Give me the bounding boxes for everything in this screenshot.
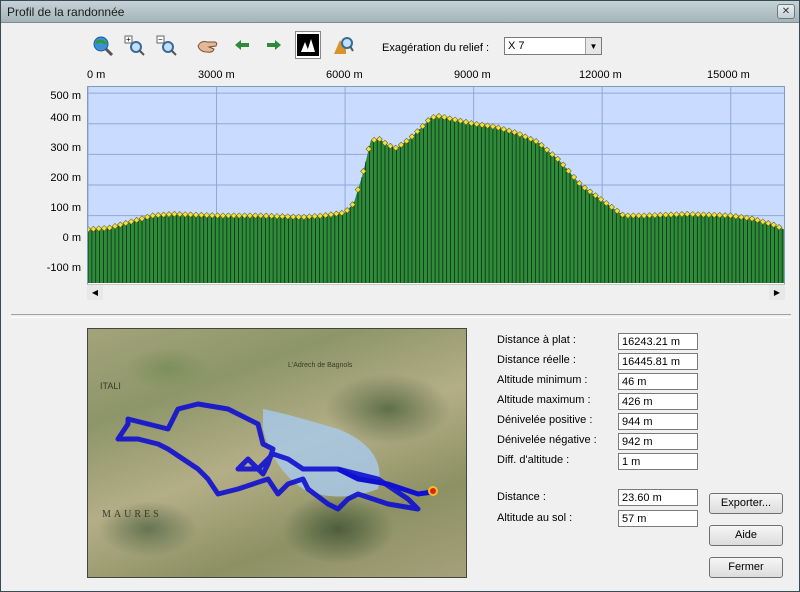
profile-search-icon[interactable]	[330, 31, 356, 59]
arrow-right-icon[interactable]	[261, 31, 287, 59]
y-tick-label: -100 m	[46, 262, 81, 274]
relief-exaggeration-value: X 7	[508, 40, 525, 52]
stat-label: Diff. d'altitude :	[497, 454, 570, 466]
close-button[interactable]: Fermer	[709, 557, 783, 578]
close-window-button[interactable]: ✕	[777, 4, 795, 19]
distance-label: Distance :	[497, 491, 546, 503]
scroll-left-icon[interactable]: ◀	[87, 285, 103, 300]
stat-value: 942 m	[618, 433, 698, 450]
map-label: L'Adrech de Bagnols	[288, 362, 353, 369]
stat-value: 944 m	[618, 413, 698, 430]
stat-label: Distance réelle :	[497, 354, 576, 366]
x-tick-label: 3000 m	[198, 69, 235, 81]
position-marker	[428, 486, 438, 496]
svg-text:+: +	[126, 35, 131, 44]
altitude-label: Altitude au sol :	[497, 512, 573, 524]
arrow-left-icon[interactable]	[229, 31, 255, 59]
help-button[interactable]: Aide	[709, 525, 783, 546]
stat-label: Distance à plat :	[497, 334, 576, 346]
y-tick-label: 100 m	[50, 202, 81, 214]
stat-value: 16445.81 m	[618, 353, 698, 370]
x-tick-label: 15000 m	[707, 69, 750, 81]
profile-scrollbar[interactable]: ◀ ▶	[87, 284, 785, 300]
elevation-profile-chart[interactable]	[84, 86, 785, 300]
zoom-out-icon[interactable]: −	[153, 31, 179, 59]
y-tick-label: 0 m	[62, 232, 81, 244]
stat-value: 46 m	[618, 373, 698, 390]
hand-pan-icon[interactable]	[194, 31, 220, 59]
stat-value: 1 m	[618, 453, 698, 470]
relief-exaggeration-select[interactable]: X 7 ▼	[504, 37, 602, 55]
stat-label: Altitude minimum :	[497, 374, 588, 386]
stat-label: Dénivelée positive :	[497, 414, 593, 426]
stat-label: Altitude maximum :	[497, 394, 591, 406]
stat-label: Dénivelée négative :	[497, 434, 597, 446]
x-tick-label: 9000 m	[454, 69, 491, 81]
chevron-down-icon[interactable]: ▼	[585, 38, 601, 54]
trail-map-svg: ITALI MAURES L'Adrech de Bagnols	[100, 362, 438, 520]
stat-value: 426 m	[618, 393, 698, 410]
y-tick-label: 400 m	[50, 112, 81, 124]
export-button[interactable]: Exporter...	[709, 493, 783, 514]
title-bar: Profil de la randonnée ✕	[1, 1, 799, 23]
lake-shape	[263, 409, 380, 497]
forest-view-icon[interactable]	[295, 31, 321, 59]
scroll-right-icon[interactable]: ▶	[769, 285, 785, 300]
map-label: ITALI	[100, 381, 121, 391]
window-title: Profil de la randonnée	[7, 5, 125, 19]
svg-text:−: −	[158, 35, 163, 44]
trail-map[interactable]: ITALI MAURES L'Adrech de Bagnols	[87, 328, 467, 578]
x-tick-label: 6000 m	[326, 69, 363, 81]
profile-window: Profil de la randonnée ✕ + − Exagération…	[0, 0, 800, 592]
relief-exaggeration-label: Exagération du relief :	[382, 42, 490, 54]
globe-search-icon[interactable]	[89, 31, 115, 59]
stat-value: 16243.21 m	[618, 333, 698, 350]
y-tick-label: 300 m	[50, 142, 81, 154]
altitude-value: 57 m	[618, 510, 698, 527]
elevation-profile-svg	[84, 87, 784, 283]
distance-value: 23.60 m	[618, 489, 698, 506]
separator	[11, 314, 791, 318]
x-tick-label: 12000 m	[579, 69, 622, 81]
x-tick-label: 0 m	[87, 69, 106, 81]
y-tick-label: 200 m	[50, 172, 81, 184]
zoom-in-icon[interactable]: +	[121, 31, 147, 59]
map-label: MAURES	[102, 509, 162, 520]
y-tick-label: 500 m	[50, 90, 81, 102]
